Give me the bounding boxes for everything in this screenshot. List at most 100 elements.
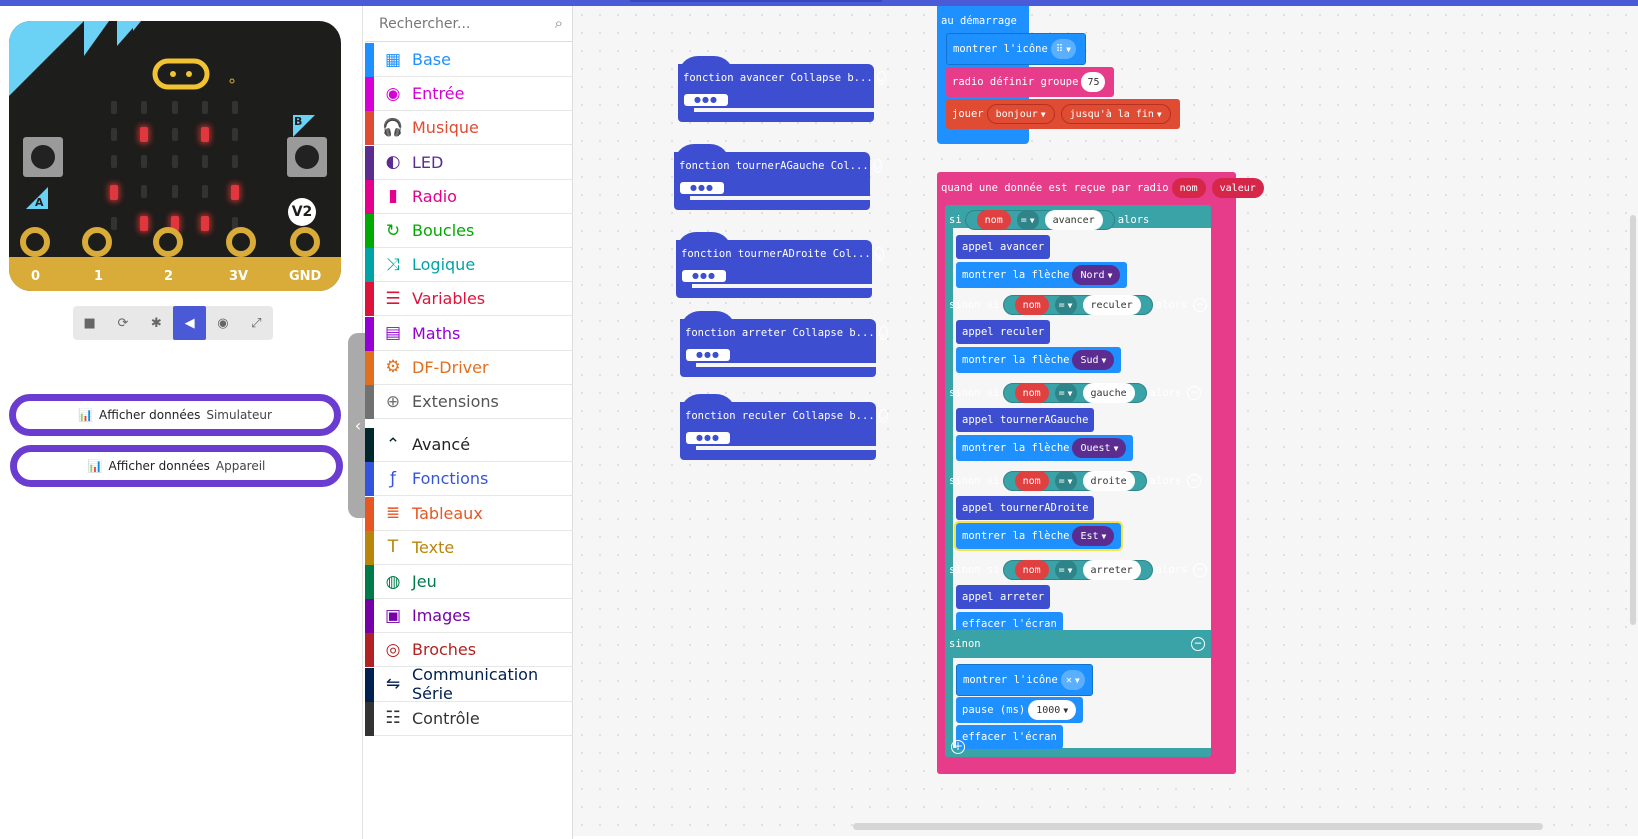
collapse-icon[interactable]: ⌄: [876, 71, 886, 85]
function-block[interactable]: fonction avancer Collapse b... ⌄ fonctio…: [678, 56, 886, 122]
eq-dropdown[interactable]: = ▼: [1054, 560, 1077, 580]
toolbox-category-logique[interactable]: ⤨ Logique: [365, 248, 573, 283]
remove-branch-icon[interactable]: −: [1193, 298, 1208, 312]
collapse-icon[interactable]: ⌄: [878, 326, 888, 340]
screenshot-icon[interactable]: ◉: [206, 306, 239, 340]
toolbox-category-jeu[interactable]: ◍ Jeu: [365, 565, 573, 599]
function-block[interactable]: fonction arreter Collapse b... ⌄ fonctio…: [680, 311, 888, 377]
toolbox-category-extensions[interactable]: ⊕ Extensions: [365, 385, 573, 419]
show-arrow-block[interactable]: montrer la flèche Est ▼: [953, 521, 1124, 551]
show-arrow-block[interactable]: montrer la flèche Sud ▼: [956, 347, 1122, 373]
toolbox-category-df-driver[interactable]: ⚙ DF-Driver: [365, 350, 573, 385]
var-nom[interactable]: nom: [1014, 295, 1049, 315]
condition-row[interactable]: sinon si nom = ▼ droite alors −: [949, 466, 1211, 496]
icon-picker[interactable]: ⠿ ▼: [1050, 39, 1076, 59]
function-block[interactable]: fonction reculer Collapse b... ⌄ fonctio…: [680, 394, 888, 460]
show-icon-block[interactable]: montrer l'icône ✕ ▼: [956, 664, 1093, 696]
condition-string[interactable]: avancer: [1044, 210, 1103, 230]
param-nom[interactable]: nom: [1171, 178, 1206, 198]
search-icon[interactable]: ⌕: [555, 14, 563, 32]
blocks-workspace[interactable]: fonction avancer Collapse b... ⌄ fonctio…: [573, 6, 1638, 836]
toolbox-category-maths[interactable]: ▤ Maths: [365, 316, 573, 351]
melody-dropdown[interactable]: bonjour ▼: [986, 104, 1055, 124]
function-block[interactable]: fonction tournerAGauche Col... ⌄ fonctio…: [674, 144, 882, 210]
debug-icon[interactable]: ✱: [140, 306, 173, 340]
direction-dropdown[interactable]: Ouest ▼: [1072, 438, 1127, 458]
horizontal-scrollbar[interactable]: [853, 823, 1543, 830]
add-branch-icon[interactable]: +: [951, 740, 965, 754]
pin-0[interactable]: [20, 227, 50, 257]
var-nom[interactable]: nom: [1014, 560, 1049, 580]
var-nom[interactable]: nom: [1014, 383, 1049, 403]
call-function-block[interactable]: appel reculer: [956, 320, 1051, 344]
compare-block[interactable]: nom = ▼ gauche: [1002, 383, 1147, 403]
var-nom[interactable]: nom: [976, 210, 1011, 230]
condition-row[interactable]: si nom = ▼ avancer alors: [949, 205, 1211, 235]
condition-row[interactable]: sinon si nom = ▼ arreter alors −: [949, 555, 1211, 585]
pin-3v[interactable]: [226, 227, 256, 257]
toolbox-category-communication-s-rie[interactable]: ⇋ Communication Série: [365, 665, 573, 703]
condition-string[interactable]: reculer: [1082, 295, 1141, 315]
toolbox-category-variables[interactable]: ☰ Variables: [365, 282, 573, 317]
toolbox-category-radio[interactable]: ▮ Radio: [365, 179, 573, 214]
toolbox-category-boucles[interactable]: ↻ Boucles: [365, 214, 573, 248]
eq-dropdown[interactable]: = ▼: [1016, 210, 1039, 230]
search-box[interactable]: Rechercher... ⌕: [365, 6, 573, 42]
ellipsis-pill[interactable]: ●●●: [682, 270, 726, 282]
pin-2[interactable]: [153, 227, 183, 257]
ellipsis-pill[interactable]: ●●●: [684, 94, 728, 106]
remove-branch-icon[interactable]: −: [1193, 563, 1208, 577]
toolbox-category-broches[interactable]: ◎ Broches: [365, 633, 573, 668]
show-data-device-button[interactable]: 📊 Afficher données Appareil: [10, 445, 343, 487]
search-input[interactable]: Rechercher...: [379, 16, 470, 32]
toolbox-category-contr-le[interactable]: ☷ Contrôle: [365, 701, 573, 736]
sound-icon[interactable]: ◀: [172, 306, 207, 340]
compare-block[interactable]: nom = ▼ arreter: [1002, 560, 1153, 580]
compare-block[interactable]: nom = ▼ avancer: [964, 210, 1115, 230]
condition-row[interactable]: sinon si nom = ▼ reculer alors −: [949, 290, 1211, 320]
toolbox-category-base[interactable]: ▦ Base: [365, 43, 573, 77]
call-function-block[interactable]: appel tournerAGauche: [956, 408, 1095, 432]
radio-set-group-block[interactable]: radio définir groupe 75: [946, 67, 1115, 97]
pause-block[interactable]: pause (ms) 1000 ▼: [956, 697, 1084, 723]
toolbox-category-texte[interactable]: T Texte: [365, 530, 573, 565]
call-function-block[interactable]: appel arreter: [956, 585, 1051, 609]
condition-row[interactable]: sinon si nom = ▼ gauche alors −: [949, 378, 1211, 408]
collapse-icon[interactable]: ⌄: [872, 159, 882, 173]
pause-value-dropdown[interactable]: 1000 ▼: [1028, 700, 1077, 720]
pin-1[interactable]: [82, 227, 112, 257]
toolbox-category-entr-e[interactable]: ◉ Entrée: [365, 77, 573, 112]
call-function-block[interactable]: appel tournerADroite: [956, 496, 1095, 520]
compare-block[interactable]: nom = ▼ reculer: [1002, 295, 1153, 315]
remove-else-icon[interactable]: −: [1191, 637, 1205, 651]
restart-icon[interactable]: ⟳: [106, 306, 139, 340]
remove-branch-icon[interactable]: −: [1187, 474, 1202, 488]
direction-dropdown[interactable]: Sud ▼: [1072, 350, 1115, 370]
direction-dropdown[interactable]: Est ▼: [1072, 526, 1115, 546]
condition-string[interactable]: gauche: [1082, 383, 1135, 403]
button-a[interactable]: [23, 137, 63, 177]
eq-dropdown[interactable]: = ▼: [1054, 383, 1077, 403]
clear-screen-block[interactable]: effacer l'écran: [956, 725, 1063, 749]
ellipsis-pill[interactable]: ●●●: [686, 349, 730, 361]
eq-dropdown[interactable]: = ▼: [1054, 471, 1077, 491]
toolbox-category-images[interactable]: ▣ Images: [365, 599, 573, 634]
stop-icon[interactable]: ■: [73, 306, 106, 340]
direction-dropdown[interactable]: Nord ▼: [1072, 265, 1121, 285]
toolbox-category-musique[interactable]: 🎧 Musique: [365, 111, 573, 146]
collapse-icon[interactable]: ⌄: [878, 409, 888, 423]
ellipsis-pill[interactable]: ●●●: [686, 432, 730, 444]
function-block[interactable]: fonction tournerADroite Col... ⌄ fonctio…: [676, 232, 884, 298]
pin-gnd[interactable]: [290, 227, 320, 257]
toolbox-category-fonctions[interactable]: ƒ Fonctions: [365, 462, 573, 497]
toolbox-category-led[interactable]: ◐ LED: [365, 145, 573, 180]
show-arrow-block[interactable]: montrer la flèche Ouest ▼: [956, 435, 1134, 461]
eq-dropdown[interactable]: = ▼: [1054, 295, 1077, 315]
var-nom[interactable]: nom: [1014, 471, 1049, 491]
collapse-icon[interactable]: ⌄: [874, 247, 884, 261]
condition-string[interactable]: arreter: [1082, 560, 1141, 580]
fullscreen-icon[interactable]: ⤢: [240, 306, 273, 340]
play-melody-block[interactable]: jouer bonjour ▼ jusqu'à la fin ▼: [946, 99, 1180, 129]
show-icon-block[interactable]: montrer l'icône ⠿ ▼: [946, 33, 1086, 65]
compare-block[interactable]: nom = ▼ droite: [1002, 471, 1147, 491]
